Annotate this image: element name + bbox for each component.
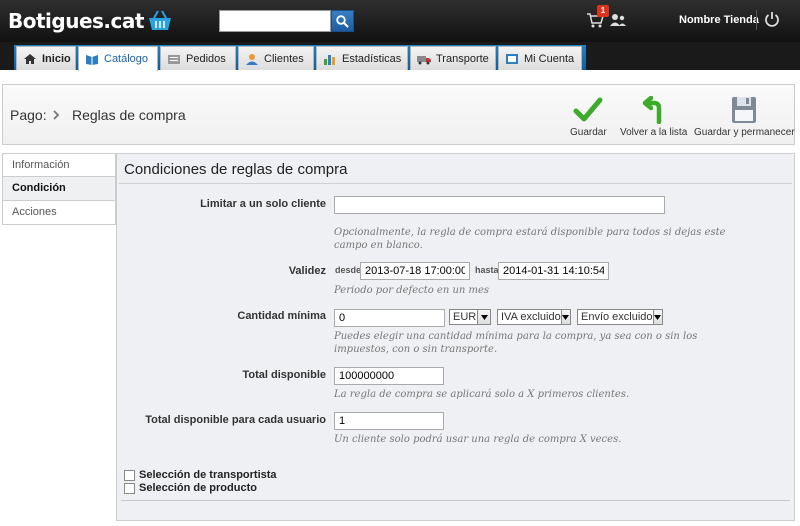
checkmark-icon bbox=[573, 97, 603, 122]
back-to-list-button[interactable]: Volver a la lista bbox=[620, 96, 687, 138]
breadcrumb-parent[interactable]: Pago: bbox=[10, 107, 47, 123]
tab-label: Inicio bbox=[42, 52, 71, 65]
tab-inicio[interactable]: Inicio bbox=[16, 46, 76, 70]
min-amount-input[interactable] bbox=[334, 309, 445, 327]
side-item-condicion[interactable]: Condición bbox=[2, 177, 116, 201]
orders-icon bbox=[168, 54, 180, 64]
carrier-checkbox-label: Selección de transportista bbox=[139, 469, 277, 481]
tax-value: IVA excluido bbox=[501, 311, 561, 323]
chevron-down-icon bbox=[477, 310, 490, 324]
min-amount-label: Cantidad mínima bbox=[237, 310, 326, 322]
per-user-label: Total disponible para cada usuario bbox=[145, 414, 326, 426]
search-icon bbox=[336, 14, 349, 28]
customers-icon[interactable] bbox=[610, 13, 626, 27]
customer-hint: Opcionalmente, la regla de compra estará… bbox=[334, 227, 726, 251]
save-button[interactable]: Guardar bbox=[570, 96, 607, 138]
side-item-acciones[interactable]: Acciones bbox=[2, 201, 116, 225]
tab-mi-cuenta[interactable]: Mi Cuenta bbox=[498, 46, 582, 70]
tab-label: Estadísticas bbox=[342, 52, 402, 65]
tab-pedidos[interactable]: Pedidos bbox=[160, 46, 236, 70]
logo-text: Botigues.cat bbox=[8, 9, 144, 33]
total-hint: La regla de compra se aplicará solo a X … bbox=[334, 389, 630, 400]
from-label: desde bbox=[335, 265, 362, 275]
power-icon[interactable] bbox=[764, 11, 780, 27]
currency-select[interactable]: EUR bbox=[449, 309, 491, 325]
truck-icon bbox=[417, 55, 431, 64]
product-checkbox[interactable] bbox=[124, 482, 135, 494]
return-arrow-icon bbox=[642, 96, 661, 124]
floppy-disk-icon bbox=[732, 97, 757, 123]
side-item-informacion[interactable]: Información bbox=[2, 153, 116, 177]
page-title: Reglas de compra bbox=[72, 107, 186, 123]
tab-label: Pedidos bbox=[186, 52, 226, 65]
save-stay-label: Guardar y permanecer bbox=[694, 127, 795, 138]
basket-icon bbox=[148, 10, 171, 30]
save-and-stay-button[interactable]: Guardar y permanecer bbox=[694, 96, 795, 138]
total-input[interactable] bbox=[334, 367, 444, 385]
carrier-selection-row[interactable]: Selección de transportista bbox=[124, 469, 277, 481]
customers-icon bbox=[246, 53, 258, 65]
tax-select[interactable]: IVA excluido bbox=[497, 309, 571, 325]
to-label: hasta bbox=[475, 265, 499, 275]
save-label: Guardar bbox=[570, 127, 607, 138]
customer-input[interactable] bbox=[334, 196, 665, 214]
currency-value: EUR bbox=[453, 311, 477, 323]
per-user-input[interactable] bbox=[334, 412, 444, 430]
search-button[interactable] bbox=[331, 10, 354, 32]
from-date-input[interactable] bbox=[360, 262, 470, 280]
per-user-hint: Un cliente solo podrá usar una regla de … bbox=[334, 434, 622, 445]
validity-label: Validez bbox=[288, 265, 326, 277]
chevron-down-icon bbox=[560, 310, 570, 324]
tab-clientes[interactable]: Clientes bbox=[238, 46, 314, 70]
tab-catalogo[interactable]: Catálogo bbox=[78, 46, 158, 71]
side-menu: Información Condición Acciones bbox=[2, 153, 116, 225]
logo[interactable]: Botigues.cat bbox=[8, 6, 173, 36]
validity-hint: Periodo por defecto en un mes bbox=[334, 285, 490, 296]
tab-estadisticas[interactable]: Estadísticas bbox=[316, 46, 408, 70]
to-date-input[interactable] bbox=[498, 262, 609, 280]
tab-label: Catálogo bbox=[104, 53, 149, 65]
book-icon bbox=[86, 55, 98, 65]
chevron-right-icon bbox=[53, 110, 60, 120]
min-amount-hint: Puedes elegir una cantidad mínima para l… bbox=[334, 331, 698, 355]
product-selection-row[interactable]: Selección de producto bbox=[124, 482, 257, 494]
home-icon bbox=[24, 53, 36, 64]
header-divider bbox=[756, 10, 757, 30]
search-input[interactable] bbox=[219, 10, 331, 32]
store-name-link[interactable]: Nombre Tienda bbox=[679, 14, 759, 26]
section-title: Condiciones de reglas de compra bbox=[124, 161, 348, 178]
tab-transporte[interactable]: Transporte bbox=[410, 46, 496, 70]
bottom-divider bbox=[121, 500, 790, 501]
stats-icon bbox=[324, 54, 335, 65]
customer-label: Limitar a un solo cliente bbox=[200, 198, 326, 210]
carrier-checkbox[interactable] bbox=[124, 469, 135, 481]
total-label: Total disponible bbox=[242, 369, 326, 381]
cart-badge: 1 bbox=[597, 5, 609, 17]
title-divider bbox=[119, 183, 792, 184]
tab-label: Clientes bbox=[264, 52, 304, 65]
product-checkbox-label: Selección de producto bbox=[139, 482, 257, 494]
shipping-value: Envío excluido bbox=[581, 311, 653, 323]
shipping-select[interactable]: Envío excluido bbox=[577, 309, 663, 325]
search-box bbox=[219, 10, 354, 32]
back-label: Volver a la lista bbox=[620, 127, 688, 138]
tab-label: Transporte bbox=[436, 52, 489, 65]
account-icon bbox=[506, 53, 518, 64]
tab-label: Mi Cuenta bbox=[524, 52, 575, 65]
chevron-down-icon bbox=[652, 310, 662, 324]
